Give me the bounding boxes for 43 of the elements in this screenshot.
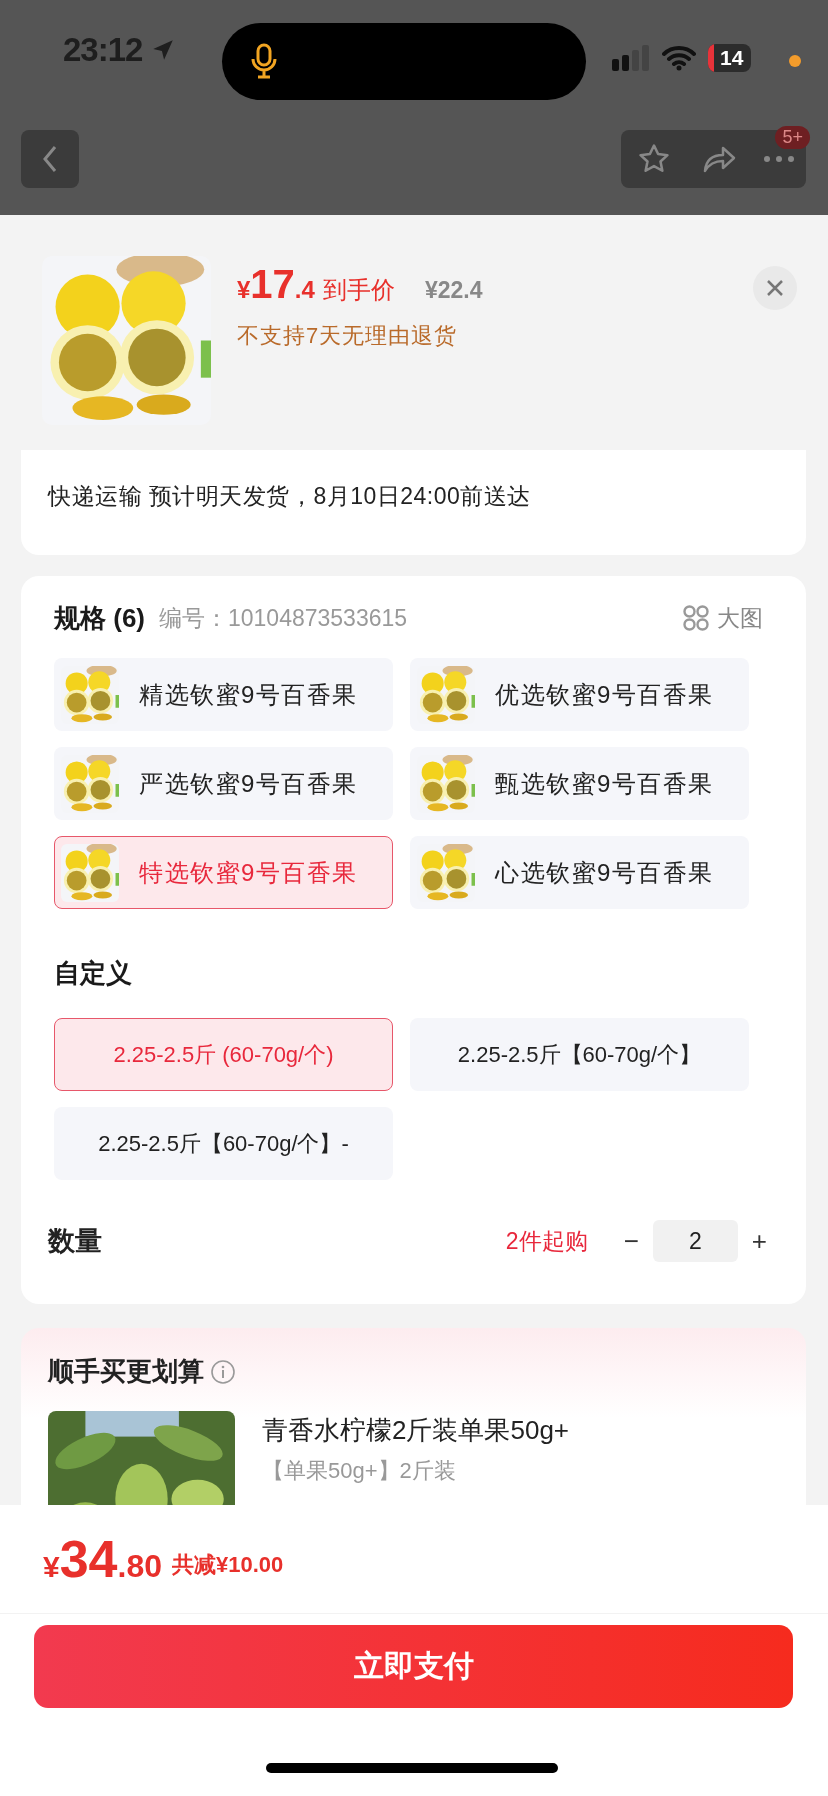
section-title: 顺手买更划算 xyxy=(48,1355,204,1388)
total-price: ¥34.80 xyxy=(43,1529,162,1589)
spec-option[interactable]: 甄选钦蜜9号百香果 xyxy=(410,747,749,820)
privacy-dot xyxy=(789,55,801,67)
section-title: 自定义 xyxy=(54,957,133,990)
pay-button[interactable]: 立即支付 xyxy=(34,1625,793,1708)
wifi-icon xyxy=(662,45,696,71)
spec-option[interactable]: 特选钦蜜9号百香果 xyxy=(54,836,393,909)
decrease-button[interactable]: − xyxy=(617,1225,645,1257)
product-code: 编号：10104873533615 xyxy=(159,603,409,633)
more-icon xyxy=(763,156,794,162)
spec-option[interactable]: 优选钦蜜9号百香果 xyxy=(410,658,749,731)
close-button[interactable] xyxy=(753,266,797,310)
grid-icon xyxy=(683,605,709,631)
microphone-icon xyxy=(250,43,278,81)
custom-option[interactable]: 2.25-2.5斤 (60-70g/个) xyxy=(54,1018,393,1091)
quantity-field[interactable]: 2 xyxy=(652,1220,738,1262)
section-title: 规格 (6) xyxy=(54,601,145,635)
battery-indicator: 14 xyxy=(708,44,752,72)
big-image-toggle[interactable]: 大图 xyxy=(683,602,763,634)
original-price: ¥22.4 xyxy=(424,277,483,304)
delivery-info: 快递运输 预计明天发货，8月10日24:00前送达 xyxy=(48,483,531,509)
minimum-order-note: 2件起购 xyxy=(505,1226,588,1256)
discount-total: 共减¥10.00 xyxy=(172,1551,284,1579)
clock-time: 23:12 xyxy=(63,31,143,69)
addon-product-name: 青香水柠檬2斤装单果50g+ xyxy=(262,1414,570,1447)
quantity-label: 数量 xyxy=(48,1225,103,1258)
custom-option[interactable]: 2.25-2.5斤【60-70g/个】- xyxy=(54,1107,393,1180)
addon-product-variant: 【单果50g+】2斤装 xyxy=(262,1457,457,1485)
increase-button[interactable]: + xyxy=(745,1225,773,1257)
spec-option[interactable]: 精选钦蜜9号百香果 xyxy=(54,658,393,731)
info-icon[interactable] xyxy=(210,1358,236,1385)
spec-option[interactable]: 严选钦蜜9号百香果 xyxy=(54,747,393,820)
price-label: 到手价 xyxy=(322,275,395,305)
return-policy-notice: 不支持7天无理由退货 xyxy=(237,322,459,350)
notification-badge: 5+ xyxy=(775,126,810,149)
close-icon xyxy=(766,279,784,297)
price: ¥17.4 xyxy=(237,262,315,307)
back-button[interactable] xyxy=(21,130,79,188)
signal-icon xyxy=(612,45,650,71)
custom-option[interactable]: 2.25-2.5斤【60-70g/个】 xyxy=(410,1018,749,1091)
chevron-left-icon xyxy=(42,145,58,173)
spec-option[interactable]: 心选钦蜜9号百香果 xyxy=(410,836,749,909)
